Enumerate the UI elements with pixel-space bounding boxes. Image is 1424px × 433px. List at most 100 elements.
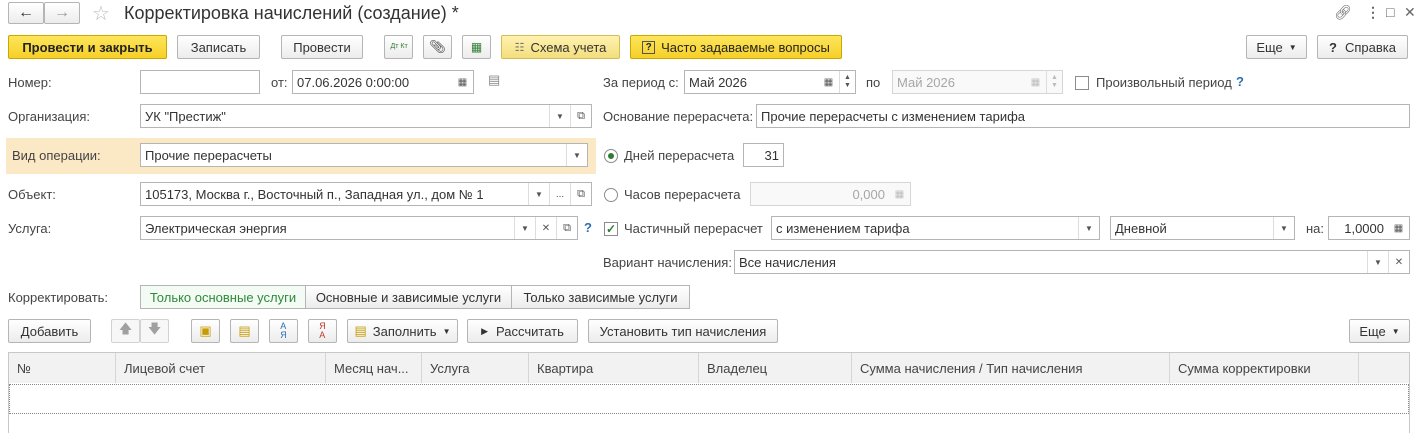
- dropdown-arrow-icon: ▼: [442, 326, 451, 336]
- post-and-close-button[interactable]: Провести и закрыть: [8, 35, 167, 59]
- variant-select[interactable]: Все начисления ▼ ✕: [734, 250, 1410, 274]
- segment-dependent-only[interactable]: Только зависимые услуги: [511, 285, 690, 309]
- sort-asc-button[interactable]: AЯ: [269, 319, 298, 343]
- sort-ascending-icon: AЯ: [280, 321, 287, 340]
- calculator-icon[interactable]: ▦: [889, 183, 910, 205]
- dropdown-arrow-icon[interactable]: ▼: [1078, 217, 1099, 239]
- comment-icon[interactable]: ▤: [488, 72, 500, 88]
- accounting-scheme-button[interactable]: ☷ Схема учета: [501, 35, 620, 59]
- partial-period-value: Дневной: [1115, 220, 1167, 236]
- partial-recalc-checkbox[interactable]: ✓: [604, 222, 618, 236]
- open-icon[interactable]: ⧉: [570, 105, 591, 127]
- period-from-input[interactable]: Май 2026 ▦ ▲ ▼: [684, 70, 856, 94]
- spin-icon[interactable]: ▲ ▼: [1046, 71, 1062, 93]
- service-help-icon[interactable]: ?: [584, 220, 592, 235]
- calendar-icon[interactable]: ▦: [452, 71, 473, 93]
- dropdown-arrow-icon[interactable]: ▼: [566, 144, 587, 166]
- col-header-apartment[interactable]: Квартира: [529, 353, 699, 383]
- open-icon[interactable]: ⧉: [556, 217, 577, 239]
- organization-input[interactable]: УК "Престиж" ▼ ⧉: [140, 104, 592, 128]
- reason-value: Прочие перерасчеты с изменением тарифа: [761, 108, 1026, 124]
- segment-main-and-dependent[interactable]: Основные и зависимые услуги: [305, 285, 512, 309]
- select-ellipsis-icon[interactable]: ...: [549, 183, 570, 205]
- service-label: Услуга:: [8, 221, 52, 236]
- dropdown-arrow-icon[interactable]: ▼: [1367, 251, 1388, 273]
- days-radio[interactable]: [604, 149, 618, 163]
- period-from-label: За период с:: [603, 75, 679, 90]
- arbitrary-period-help-icon[interactable]: ?: [1236, 74, 1244, 89]
- check-all-button[interactable]: ▣: [191, 319, 220, 343]
- favorite-star-icon[interactable]: ☆: [92, 1, 110, 26]
- move-down-button[interactable]: 🡇︎: [140, 319, 169, 343]
- partial-period-select[interactable]: Дневной ▼: [1110, 216, 1295, 240]
- help-button[interactable]: ? Справка: [1317, 35, 1408, 59]
- structure-button[interactable]: ▦: [462, 35, 491, 59]
- maximize-icon[interactable]: □: [1386, 4, 1394, 20]
- save-button[interactable]: Записать: [177, 35, 260, 59]
- sort-desc-button[interactable]: ЯA: [308, 319, 337, 343]
- faq-button[interactable]: ? Часто задаваемые вопросы: [630, 35, 842, 59]
- dropdown-arrow-icon[interactable]: ▼: [1273, 217, 1294, 239]
- col-header-account[interactable]: Лицевой счет: [116, 353, 326, 383]
- organization-value: УК "Престиж": [145, 108, 226, 124]
- reason-input[interactable]: Прочие перерасчеты с изменением тарифа: [756, 104, 1410, 128]
- hours-radio[interactable]: [604, 188, 618, 202]
- set-accrual-type-button[interactable]: Установить тип начисления: [588, 319, 778, 343]
- attach-button[interactable]: 📎︎: [423, 35, 452, 59]
- dropdown-arrow-icon[interactable]: ▼: [528, 183, 549, 205]
- col-header-month[interactable]: Месяц нач...: [326, 353, 422, 383]
- more-actions-button[interactable]: Еще ▼: [1246, 35, 1307, 59]
- uncheck-all-icon: ▤: [238, 323, 251, 338]
- add-row-button[interactable]: Добавить: [8, 319, 91, 343]
- close-icon[interactable]: ✕: [1404, 4, 1416, 21]
- dtkt-button[interactable]: Дт Кт: [384, 35, 413, 59]
- forward-button[interactable]: →: [44, 2, 80, 24]
- col-header-number[interactable]: №: [9, 353, 116, 383]
- fill-button[interactable]: ▤ Заполнить ▼: [347, 319, 458, 343]
- col-header-service[interactable]: Услуга: [422, 353, 529, 383]
- col-header-accrual-sum-type[interactable]: Сумма начисления / Тип начисления: [852, 353, 1170, 383]
- period-from-value: Май 2026: [689, 74, 747, 90]
- col-header-owner[interactable]: Владелец: [699, 353, 852, 383]
- arrow-up-icon: 🡅︎: [118, 321, 133, 336]
- number-input[interactable]: [140, 70, 260, 94]
- help-label: Справка: [1344, 39, 1396, 55]
- operation-type-select[interactable]: Прочие перерасчеты ▼: [140, 143, 588, 167]
- col-header-spacer: [1359, 353, 1409, 383]
- calendar-icon[interactable]: ▦: [1025, 71, 1046, 93]
- faq-label: Часто задаваемые вопросы: [661, 39, 830, 55]
- coefficient-value: 1,0000: [1344, 220, 1384, 236]
- days-input[interactable]: 31: [743, 143, 784, 167]
- variant-label: Вариант начисления:: [603, 255, 732, 270]
- back-arrow-icon: ←: [18, 4, 34, 21]
- move-up-button[interactable]: 🡅︎: [111, 319, 140, 343]
- coefficient-input[interactable]: 1,0000 ▦: [1328, 216, 1410, 240]
- number-label: Номер:: [8, 75, 52, 90]
- table-more-button[interactable]: Еще ▼: [1349, 319, 1410, 343]
- calculator-icon[interactable]: ▦: [1388, 217, 1409, 239]
- open-icon[interactable]: ⧉: [570, 183, 591, 205]
- col-header-correction-sum[interactable]: Сумма корректировки: [1170, 353, 1359, 383]
- arrow-down-icon: 🡇︎: [147, 321, 162, 336]
- partial-mode-select[interactable]: с изменением тарифа ▼: [771, 216, 1100, 240]
- link-icon[interactable]: 🔗︎: [1334, 4, 1352, 21]
- segment-main-services[interactable]: Только основные услуги: [140, 285, 306, 309]
- object-input[interactable]: 105173, Москва г., Восточный п., Западна…: [140, 182, 592, 206]
- spin-icon[interactable]: ▲ ▼: [839, 71, 855, 93]
- date-input[interactable]: 07.06.2026 0:00:00 ▦: [292, 70, 474, 94]
- uncheck-all-button[interactable]: ▤: [230, 319, 259, 343]
- arbitrary-period-checkbox[interactable]: [1075, 76, 1089, 90]
- back-button[interactable]: ←: [8, 2, 44, 24]
- period-to-input[interactable]: Май 2026 ▦ ▲ ▼: [892, 70, 1063, 94]
- dropdown-arrow-icon[interactable]: ▼: [549, 105, 570, 127]
- calendar-icon[interactable]: ▦: [818, 71, 839, 93]
- post-button[interactable]: Провести: [281, 35, 363, 59]
- calculate-button[interactable]: ▶ Рассчитать: [467, 319, 578, 343]
- dropdown-arrow-icon[interactable]: ▼: [514, 217, 535, 239]
- clear-icon[interactable]: ✕: [535, 217, 556, 239]
- clear-icon[interactable]: ✕: [1388, 251, 1409, 273]
- kebab-menu-icon[interactable]: ⋮: [1366, 4, 1380, 21]
- hours-input[interactable]: 0,000 ▦: [750, 182, 911, 206]
- service-input[interactable]: Электрическая энергия ▼ ✕ ⧉: [140, 216, 578, 240]
- table-selected-row[interactable]: [9, 384, 1409, 414]
